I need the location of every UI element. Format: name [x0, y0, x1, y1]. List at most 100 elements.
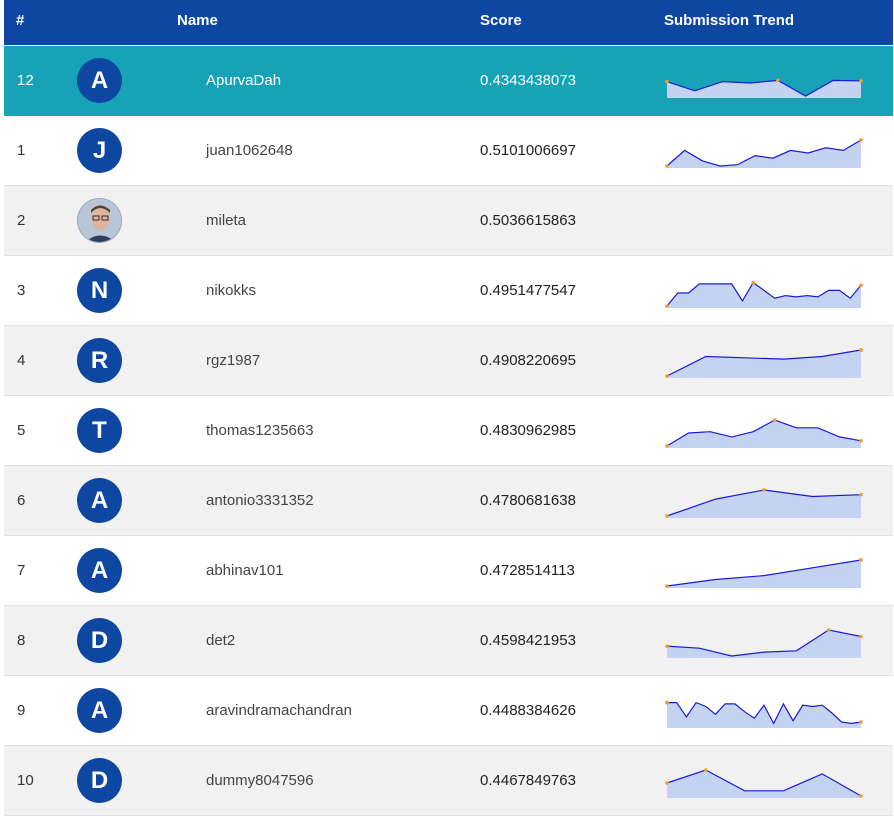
rank-cell: 4: [17, 352, 26, 369]
header-score[interactable]: Score: [480, 12, 522, 29]
table-row[interactable]: 5 Tthomas1235663 0.4830962985: [4, 396, 893, 466]
rank-cell: 10: [17, 772, 34, 789]
sparkline-area: [667, 770, 861, 798]
header-submission-trend: Submission Trend: [664, 12, 795, 29]
avatar[interactable]: D: [77, 618, 122, 663]
score-cell: 0.4598421953: [480, 632, 576, 649]
avatar[interactable]: N: [77, 268, 122, 313]
rank-cell: 12: [17, 72, 34, 89]
sparkline-marker: [772, 418, 777, 422]
sparkline-marker: [859, 138, 863, 142]
table-row[interactable]: 1 Jjuan1062648 0.5101006697: [4, 116, 893, 186]
rank-cell: 5: [17, 422, 26, 439]
sparkline-marker: [751, 280, 756, 285]
sparkline-marker: [859, 634, 863, 639]
participant-name[interactable]: rgz1987: [206, 352, 260, 369]
score-cell: 0.4488384626: [480, 702, 576, 719]
rank-cell: 3: [17, 282, 26, 299]
avatar[interactable]: R: [77, 338, 122, 383]
sparkline-marker: [665, 781, 669, 785]
participant-name[interactable]: det2: [206, 632, 235, 649]
submission-trend-sparkline: [665, 488, 863, 518]
table-row[interactable]: 7 Aabhinav101 0.4728514113: [4, 536, 893, 606]
sparkline-marker: [859, 720, 863, 724]
sparkline-area: [667, 630, 861, 658]
sparkline-marker: [665, 584, 669, 588]
rank-cell: 9: [17, 702, 26, 719]
rank-cell: 8: [17, 632, 26, 649]
rank-cell: 6: [17, 492, 26, 509]
sparkline-area: [667, 350, 861, 378]
sparkline-area: [667, 80, 861, 98]
sparkline-area: [667, 490, 861, 518]
avatar[interactable]: A: [77, 688, 122, 733]
sparkline-marker: [859, 558, 863, 562]
score-cell: 0.4467849763: [480, 772, 576, 789]
score-cell: 0.4343438073: [480, 72, 576, 89]
rank-cell: 2: [17, 212, 26, 229]
sparkline-marker: [704, 768, 708, 772]
score-cell: 0.4951477547: [480, 282, 576, 299]
score-cell: 0.5036615863: [480, 212, 576, 229]
avatar[interactable]: T: [77, 408, 122, 453]
sparkline-marker: [859, 283, 863, 287]
sparkline-marker: [665, 164, 669, 168]
rank-cell: 1: [17, 142, 26, 159]
avatar[interactable]: A: [77, 548, 122, 593]
sparkline-marker: [859, 79, 863, 83]
table-row[interactable]: 9 Aaravindramachandran 0.4488384626: [4, 676, 893, 746]
submission-trend-sparkline: [665, 628, 863, 658]
current-user-row[interactable]: 12 A ApurvaDah 0.4343438073: [4, 46, 893, 116]
avatar[interactable]: A: [77, 58, 122, 103]
submission-trend-sparkline: [665, 348, 863, 378]
avatar[interactable]: J: [77, 128, 122, 173]
sparkline-marker: [859, 439, 863, 443]
score-cell: 0.4728514113: [480, 562, 575, 579]
header-name[interactable]: Name: [177, 12, 218, 29]
sparkline-marker: [665, 374, 669, 378]
sparkline-marker: [665, 79, 669, 84]
participant-name[interactable]: dummy8047596: [206, 772, 314, 789]
submission-trend-sparkline: [665, 558, 863, 588]
participant-name[interactable]: aravindramachandran: [206, 702, 352, 719]
table-row[interactable]: 10 Ddummy8047596 0.4467849763: [4, 746, 893, 816]
score-cell: 0.5101006697: [480, 142, 576, 159]
leaderboard-header: # Name Score Submission Trend: [4, 0, 893, 45]
sparkline-marker: [665, 514, 669, 518]
sparkline-area: [667, 140, 861, 168]
sparkline-marker: [859, 492, 863, 497]
participant-name[interactable]: ApurvaDah: [206, 72, 281, 89]
avatar[interactable]: A: [77, 478, 122, 523]
header-rank[interactable]: #: [16, 12, 24, 29]
table-row[interactable]: 8 Ddet2 0.4598421953: [4, 606, 893, 676]
avatar[interactable]: D: [77, 758, 122, 803]
table-row[interactable]: 4 Rrgz1987 0.4908220695: [4, 326, 893, 396]
sparkline-marker: [665, 700, 669, 705]
submission-trend-sparkline: [665, 78, 863, 98]
participant-name[interactable]: nikokks: [206, 282, 256, 299]
sparkline-marker: [665, 304, 669, 308]
submission-trend-sparkline: [665, 280, 863, 308]
submission-trend-sparkline: [665, 418, 863, 448]
table-row[interactable]: 6 Aantonio3331352 0.4780681638: [4, 466, 893, 536]
sparkline-marker: [776, 78, 780, 83]
sparkline-marker: [665, 644, 669, 648]
sparkline-marker: [859, 348, 863, 352]
submission-trend-sparkline: [665, 700, 863, 728]
score-cell: 0.4830962985: [480, 422, 576, 439]
avatar[interactable]: [77, 198, 122, 243]
score-cell: 0.4780681638: [480, 492, 576, 509]
submission-trend-sparkline: [665, 138, 863, 168]
participant-name[interactable]: abhinav101: [206, 562, 284, 579]
sparkline-marker: [762, 488, 766, 492]
submission-trend-sparkline: [665, 768, 863, 798]
participant-name[interactable]: antonio3331352: [206, 492, 314, 509]
participant-name[interactable]: mileta: [206, 212, 246, 229]
rank-cell: 7: [17, 562, 26, 579]
participant-name[interactable]: juan1062648: [206, 142, 293, 159]
sparkline-marker: [665, 444, 669, 448]
sparkline-marker: [826, 628, 831, 632]
table-row[interactable]: 2 mileta 0.5036615863: [4, 186, 893, 256]
table-row[interactable]: 3 Nnikokks 0.4951477547: [4, 256, 893, 326]
participant-name[interactable]: thomas1235663: [206, 422, 314, 439]
